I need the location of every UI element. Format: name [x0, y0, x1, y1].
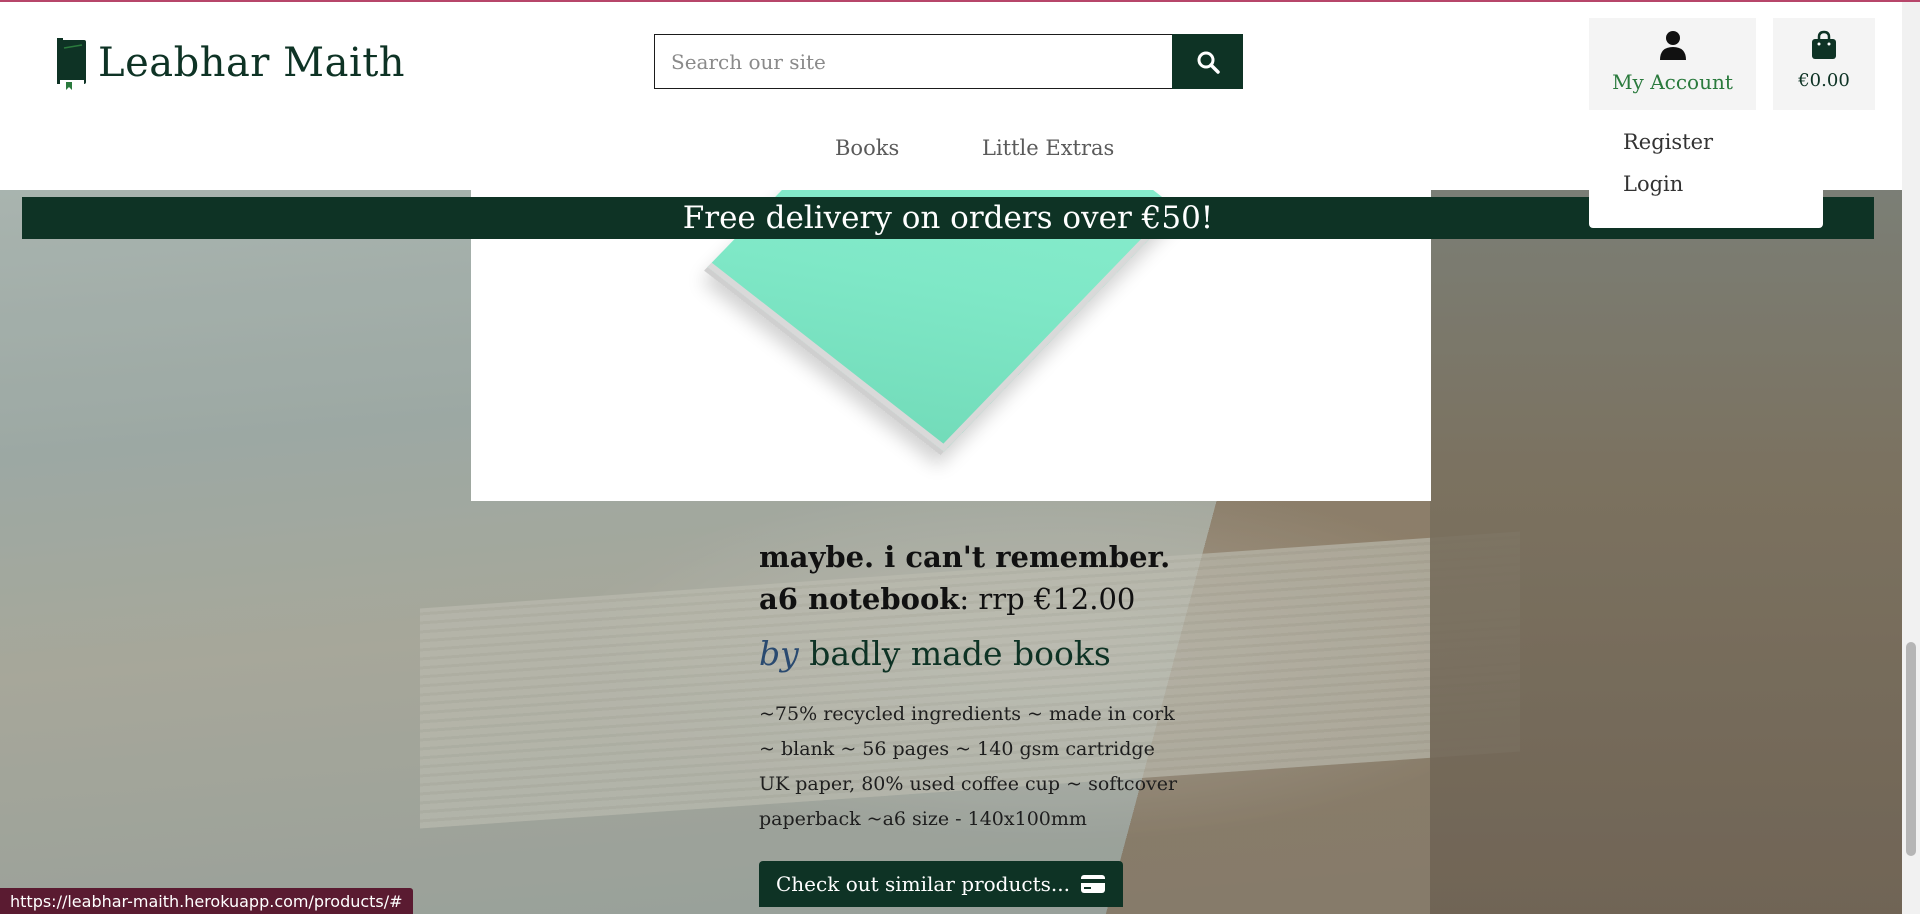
search-input[interactable]	[654, 34, 1172, 89]
shopping-bag-button[interactable]: €0.00	[1773, 18, 1875, 110]
product-price: : rrp €12.00	[959, 582, 1136, 616]
product-description: ~75% recycled ingredients ~ made in cork…	[759, 703, 1178, 830]
page-scrollbar[interactable]	[1902, 2, 1920, 914]
author-name[interactable]: badly made books	[809, 634, 1111, 673]
scrollbar-thumb[interactable]	[1906, 642, 1916, 856]
site-logo[interactable]: Leabhar Maith	[56, 36, 405, 90]
site-name: Leabhar Maith	[98, 40, 406, 86]
user-icon	[1659, 31, 1686, 60]
product-author: by badly made books	[759, 634, 1179, 673]
credit-card-icon	[1080, 875, 1105, 893]
search-button[interactable]	[1172, 34, 1243, 89]
login-link[interactable]: Login	[1623, 172, 1823, 196]
nav-little-extras[interactable]: Little Extras	[982, 136, 1114, 160]
status-bar-url: https://leabhar-maith.herokuapp.com/prod…	[0, 888, 413, 914]
search-bar	[654, 34, 1243, 89]
book-icon	[56, 36, 88, 90]
account-dropdown: Register Login	[1589, 120, 1823, 228]
search-icon	[1197, 51, 1220, 74]
bag-total: €0.00	[1798, 70, 1850, 91]
similar-products-button[interactable]: Check out similar products...	[759, 861, 1123, 907]
product-details: maybe. i can't remember. a6 notebook: rr…	[759, 536, 1179, 907]
register-link[interactable]: Register	[1623, 130, 1823, 154]
my-account-button[interactable]: My Account	[1589, 18, 1756, 110]
shopping-bag-icon	[1812, 30, 1836, 59]
nav-books[interactable]: Books	[835, 136, 899, 160]
product-title: maybe. i can't remember. a6 notebook: rr…	[759, 536, 1179, 620]
by-prefix: by	[759, 634, 799, 673]
similar-products-label: Check out similar products...	[776, 872, 1070, 896]
my-account-label: My Account	[1612, 70, 1733, 94]
